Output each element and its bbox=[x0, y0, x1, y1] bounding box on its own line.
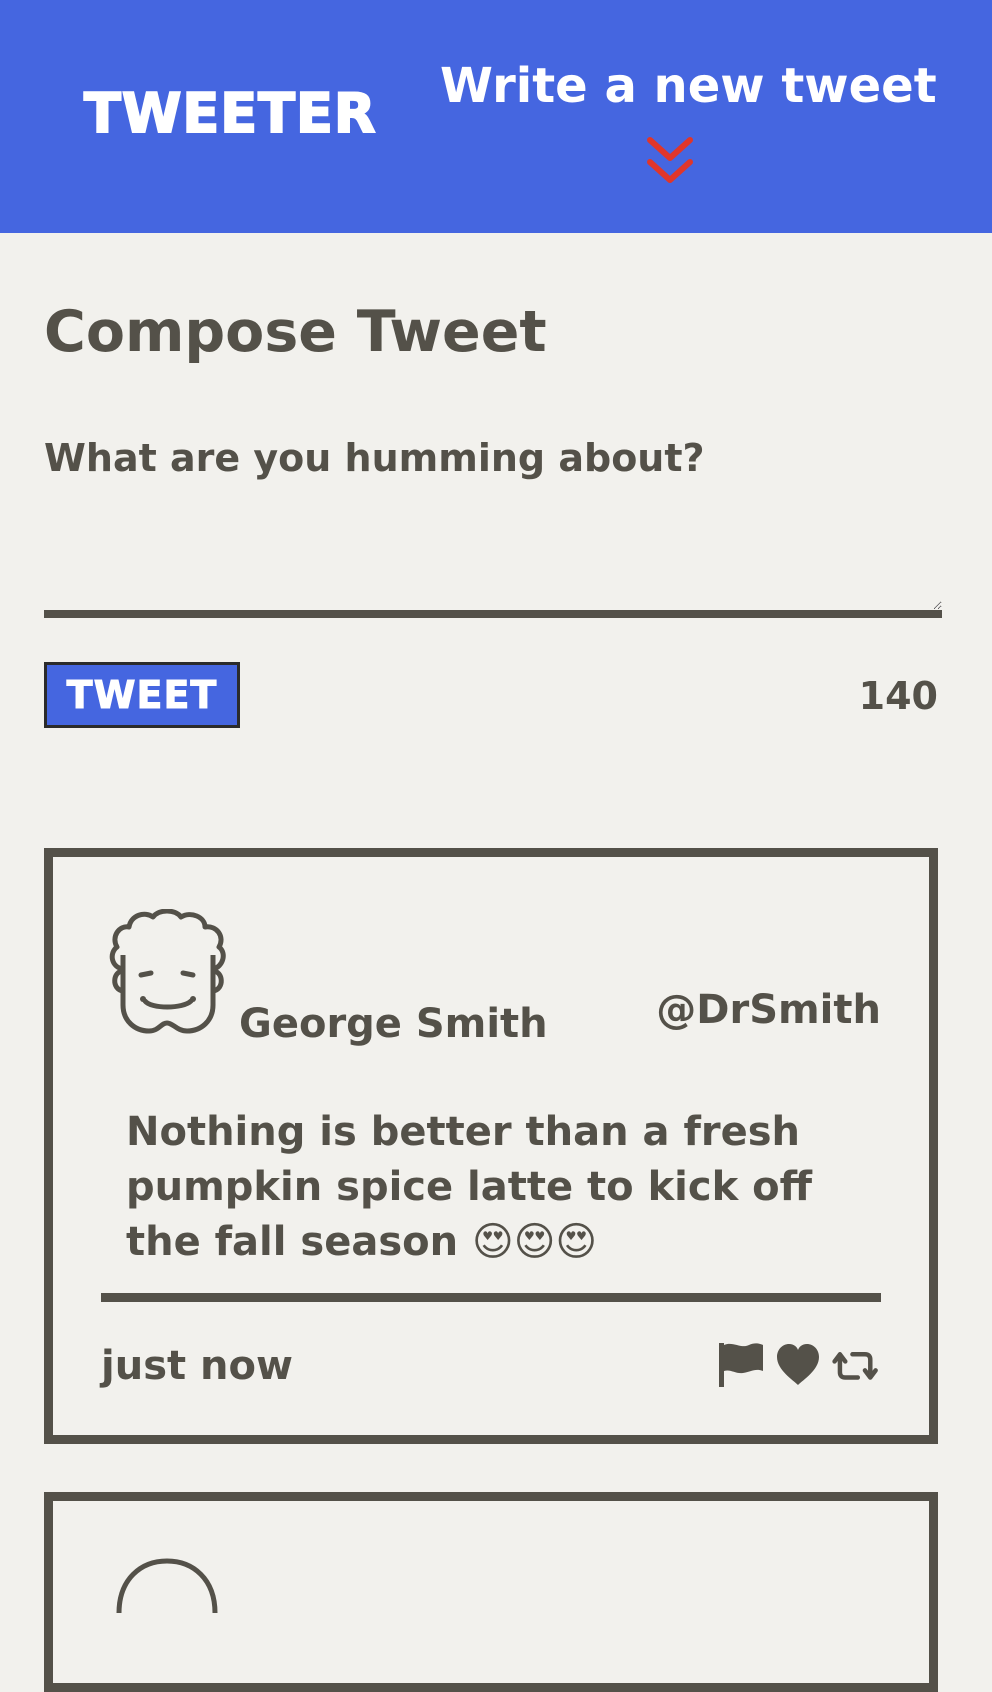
tweet-card: George Smith @DrSmith Nothing is better … bbox=[44, 848, 938, 1444]
tweet-author-name: George Smith bbox=[239, 1001, 548, 1047]
tweet-actions bbox=[715, 1339, 881, 1391]
brand-logo[interactable]: TWEETER bbox=[83, 81, 376, 146]
flag-icon[interactable] bbox=[715, 1339, 765, 1391]
avatar-icon bbox=[116, 1558, 218, 1614]
heart-icon[interactable] bbox=[773, 1339, 823, 1391]
tweet-body: Nothing is better than a fresh pumpkin s… bbox=[126, 1109, 813, 1265]
double-chevron-down-icon[interactable] bbox=[644, 136, 696, 188]
compose-prompt-label: What are you humming about? bbox=[44, 436, 705, 480]
top-navbar: TWEETER Write a new tweet bbox=[0, 0, 992, 233]
write-new-tweet-link[interactable]: Write a new tweet bbox=[440, 54, 937, 118]
tweet-divider bbox=[101, 1293, 881, 1302]
tweet-timestamp: just now bbox=[101, 1343, 293, 1389]
retweet-icon[interactable] bbox=[831, 1339, 881, 1391]
character-counter: 140 bbox=[858, 674, 938, 718]
compose-textarea[interactable] bbox=[44, 496, 942, 618]
tweet-card bbox=[44, 1492, 938, 1692]
avatar-icon bbox=[109, 909, 226, 1034]
compose-title: Compose Tweet bbox=[44, 299, 547, 365]
tweet-submit-button[interactable]: TWEET bbox=[44, 662, 240, 728]
tweet-author-handle: @DrSmith bbox=[656, 987, 881, 1033]
